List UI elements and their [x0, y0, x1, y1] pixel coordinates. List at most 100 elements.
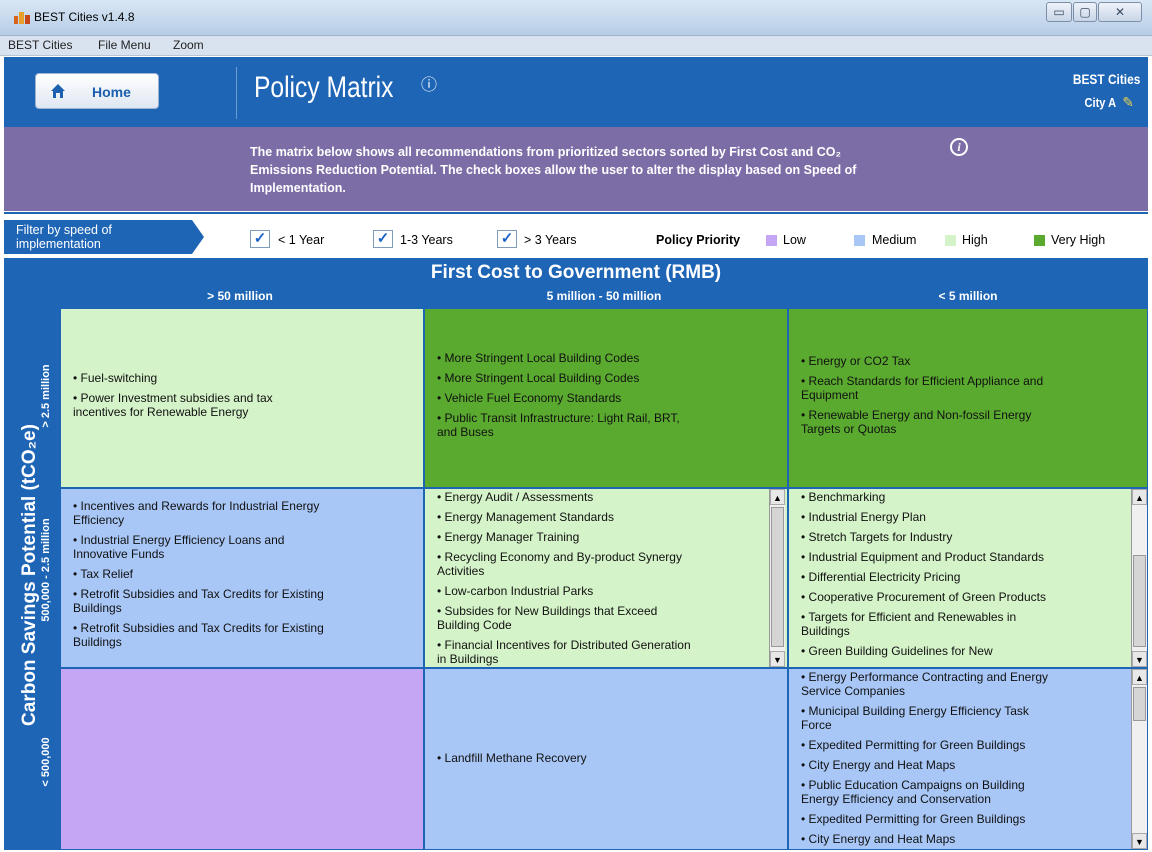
policy-item: • City Energy and Heat Maps	[801, 758, 956, 772]
policy-item: • Vehicle Fuel Economy Standards	[437, 391, 622, 405]
filter-label: Filter by speed of implementation	[4, 220, 204, 254]
legend-label-high: High	[962, 233, 988, 247]
policy-item: • Municipal Building Energy Efficiency T…	[801, 704, 1029, 732]
policy-item: • Fuel-switching	[73, 371, 158, 385]
filter-bar: Filter by speed of implementation ✓ < 1 …	[4, 212, 1148, 258]
cell-r0c2: • Energy or CO2 Tax • Reach Standards for…	[788, 308, 1148, 488]
policy-item: • Green Building Guidelines for New	[801, 644, 993, 658]
cell-r2c0	[60, 668, 424, 850]
policy-item: • Expedited Permitting for Green Buildin…	[801, 812, 1026, 826]
close-button[interactable]: ✕	[1098, 2, 1142, 22]
maximize-button[interactable]: ▢	[1073, 2, 1097, 22]
menu-best-cities[interactable]: BEST Cities	[8, 38, 72, 52]
scroll-down-arrow-icon[interactable]: ▼	[770, 651, 785, 667]
checkbox-label-1-3-years: 1-3 Years	[400, 233, 453, 247]
legend-label-medium: Medium	[872, 233, 917, 247]
header: Home Policy Matrix ⓘ BEST Cities City A …	[4, 57, 1148, 127]
row-header-over-2-5m: > 2.5 million	[40, 364, 52, 428]
policy-item: • More Stringent Local Building Codes	[437, 371, 640, 385]
scrollbar[interactable]: ▲ ▼	[769, 489, 785, 667]
column-header-over-50m: > 50 million	[207, 289, 273, 303]
scroll-down-arrow-icon[interactable]: ▼	[1132, 651, 1147, 667]
policy-item: • Energy Performance Contracting and Ene…	[801, 670, 1048, 698]
policy-item: • Energy Manager Training	[437, 530, 580, 544]
description-line-2: Emissions Reduction Potential. The check…	[250, 163, 857, 177]
carbon-savings-title: Carbon Savings Potential (tCO₂e)	[19, 424, 40, 726]
policy-item: • Power Investment subsidies and tax inc…	[73, 391, 273, 419]
scroll-thumb[interactable]	[1133, 687, 1146, 721]
cell-r2c2[interactable]: • Energy Performance Contracting and Ene…	[788, 668, 1148, 850]
page-title: Policy Matrix	[254, 71, 394, 104]
policy-item: • City Energy and Heat Maps	[801, 832, 956, 846]
home-label: Home	[92, 84, 131, 100]
info-icon[interactable]: i	[950, 138, 968, 156]
minimize-button[interactable]: ▭	[1046, 2, 1072, 22]
policy-item: • Expedited Permitting for Green Buildin…	[801, 738, 1026, 752]
cell-r0c1: • More Stringent Local Building Codes • M…	[424, 308, 788, 488]
cell-r2c1: • Landfill Methane Recovery	[424, 668, 788, 850]
help-icon[interactable]: ⓘ	[421, 71, 437, 95]
edit-pencil-icon[interactable]: ✎	[1122, 94, 1134, 111]
policy-item: • Incentives and Rewards for Industrial …	[73, 499, 320, 527]
policy-item: • Retrofit Subsidies and Tax Credits for…	[73, 621, 324, 649]
scroll-up-arrow-icon[interactable]: ▲	[1132, 489, 1147, 505]
cell-r1c1[interactable]: • Energy Audit / Assessments • Energy Man…	[424, 488, 788, 668]
legend-label-very-high: Very High	[1051, 233, 1106, 247]
policy-item: • Industrial Energy Plan	[801, 510, 926, 524]
scroll-thumb[interactable]	[1133, 555, 1146, 647]
scrollbar[interactable]: ▲ ▼	[1131, 489, 1147, 667]
legend-swatch-medium	[854, 235, 865, 246]
policy-item: • Recycling Economy and By-product Syner…	[437, 550, 682, 578]
policy-item: • Retrofit Subsidies and Tax Credits for…	[73, 587, 324, 615]
policy-item: • Public Transit Infrastructure: Light R…	[437, 411, 680, 439]
description-text: The matrix below shows all recommendatio…	[250, 143, 910, 197]
checkbox-1-3-years[interactable]: ✓	[373, 230, 393, 248]
policy-item: • Differential Electricity Pricing	[801, 570, 961, 584]
menu-zoom[interactable]: Zoom	[173, 38, 204, 52]
home-button[interactable]: Home	[35, 73, 159, 109]
scroll-up-arrow-icon[interactable]: ▲	[770, 489, 785, 505]
header-divider	[236, 67, 237, 119]
policy-item: • Landfill Methane Recovery	[437, 751, 587, 765]
cell-r1c2[interactable]: • Benchmarking • Industrial Energy Plan • …	[788, 488, 1148, 668]
scroll-thumb[interactable]	[771, 507, 784, 647]
checkbox-more-3-years[interactable]: ✓	[497, 230, 517, 248]
policy-item: • Cooperative Procurement of Green Produ…	[801, 590, 1046, 604]
legend-label-low: Low	[783, 233, 806, 247]
policy-priority-label: Policy Priority	[656, 233, 741, 247]
scroll-up-arrow-icon[interactable]: ▲	[1132, 669, 1147, 685]
city-label: City A	[1084, 95, 1116, 110]
policy-item: • Energy Audit / Assessments	[437, 490, 594, 504]
checkbox-label-less-1-year: < 1 Year	[278, 233, 325, 247]
scroll-down-arrow-icon[interactable]: ▼	[1132, 833, 1147, 849]
row-header-under-500k: < 500,000	[40, 737, 52, 787]
policy-item: • Stretch Targets for Industry	[801, 530, 953, 544]
policy-item: • Low-carbon Industrial Parks	[437, 584, 594, 598]
app-logo-icon	[14, 12, 30, 24]
policy-item: • Tax Relief	[73, 567, 134, 581]
policy-item: • Financial Incentives for Distributed G…	[437, 638, 691, 666]
description-line-3: Implementation.	[250, 181, 346, 195]
legend-swatch-high	[945, 235, 956, 246]
title-bar: BEST Cities v1.4.8 ▭ ▢ ✕	[0, 0, 1152, 36]
policy-item: • Benchmarking	[801, 490, 886, 504]
matrix-column-header: First Cost to Government (RMB) > 50 mill…	[4, 258, 1148, 308]
checkbox-label-more-3-years: > 3 Years	[524, 233, 577, 247]
column-header-under-5m: < 5 million	[938, 289, 998, 303]
policy-item: • Industrial Equipment and Product Stand…	[801, 550, 1045, 564]
matrix-row-header: Carbon Savings Potential (tCO₂e) > 2.5 m…	[4, 308, 60, 850]
column-header-5m-50m: 5 million - 50 million	[546, 289, 662, 303]
policy-item: • Public Education Campaigns on Building…	[801, 778, 1025, 806]
checkbox-less-1-year[interactable]: ✓	[250, 230, 270, 248]
policy-item: • Energy Management Standards	[437, 510, 614, 524]
policy-item: • Reach Standards for Efficient Applianc…	[801, 374, 1044, 402]
filter-label-text: Filter by speed of implementation	[16, 223, 112, 251]
description-panel: The matrix below shows all recommendatio…	[4, 127, 1148, 211]
policy-item: • Subsides for New Buildings that Exceed…	[437, 604, 658, 632]
cell-r1c0: • Incentives and Rewards for Industrial …	[60, 488, 424, 668]
first-cost-title: First Cost to Government (RMB)	[430, 262, 722, 283]
menu-file[interactable]: File Menu	[98, 38, 151, 52]
scrollbar[interactable]: ▲ ▼	[1131, 669, 1147, 849]
menu-bar: BEST Cities File Menu Zoom	[0, 36, 1152, 56]
policy-item: • Energy or CO2 Tax	[801, 354, 911, 368]
